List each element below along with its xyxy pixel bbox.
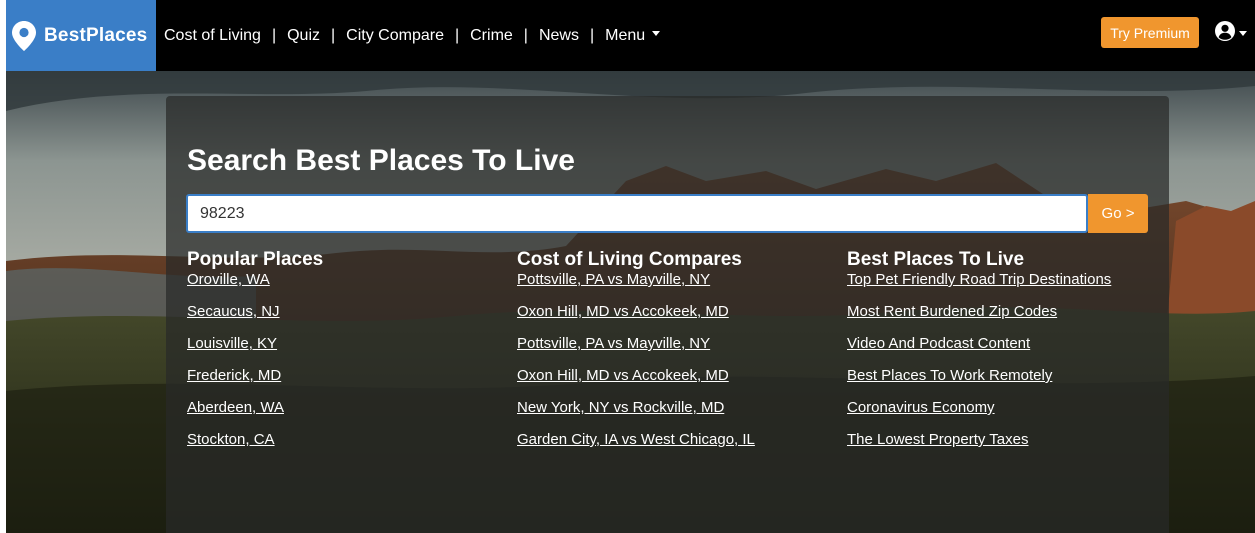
- user-circle-icon: [1214, 20, 1236, 47]
- nav-separator: |: [331, 26, 336, 44]
- list-item: Louisville, KY: [187, 335, 323, 367]
- article-link[interactable]: Top Pet Friendly Road Trip Destinations: [847, 271, 1111, 288]
- brand-name: BestPlaces: [44, 24, 148, 46]
- article-link[interactable]: Most Rent Burdened Zip Codes: [847, 303, 1057, 320]
- list-item: Pottsville, PA vs Mayville, NY: [517, 271, 755, 303]
- popular-places-column: Popular Places Oroville, WA Secaucus, NJ…: [187, 249, 323, 463]
- link-list: Top Pet Friendly Road Trip Destinations …: [847, 271, 1111, 463]
- place-link[interactable]: Frederick, MD: [187, 367, 281, 384]
- best-places-to-live-column: Best Places To Live Top Pet Friendly Roa…: [847, 249, 1111, 463]
- article-link[interactable]: Best Places To Work Remotely: [847, 367, 1052, 384]
- place-link[interactable]: Aberdeen, WA: [187, 399, 284, 416]
- compare-link[interactable]: Oxon Hill, MD vs Accokeek, MD: [517, 367, 729, 384]
- main-nav: Cost of Living | Quiz | City Compare | C…: [164, 0, 661, 71]
- link-list: Pottsville, PA vs Mayville, NY Oxon Hill…: [517, 271, 755, 463]
- nav-news[interactable]: News: [539, 27, 579, 45]
- list-item: New York, NY vs Rockville, MD: [517, 399, 755, 431]
- search-panel: Search Best Places To Live Go > Popular …: [166, 96, 1169, 533]
- list-item: Pottsville, PA vs Mayville, NY: [517, 335, 755, 367]
- list-item: Garden City, IA vs West Chicago, IL: [517, 431, 755, 463]
- column-heading: Best Places To Live: [847, 249, 1025, 270]
- nav-crime[interactable]: Crime: [470, 27, 513, 45]
- compare-link[interactable]: Garden City, IA vs West Chicago, IL: [517, 431, 755, 448]
- place-link[interactable]: Oroville, WA: [187, 271, 270, 288]
- compare-link[interactable]: Pottsville, PA vs Mayville, NY: [517, 271, 710, 288]
- search-input[interactable]: [186, 194, 1088, 233]
- list-item: Best Places To Work Remotely: [847, 367, 1111, 399]
- map-pin-icon: [10, 20, 38, 52]
- nav-menu-label: Menu: [605, 26, 646, 44]
- article-link[interactable]: Video And Podcast Content: [847, 335, 1030, 352]
- place-link[interactable]: Stockton, CA: [187, 431, 275, 448]
- list-item: Top Pet Friendly Road Trip Destinations: [847, 271, 1111, 303]
- list-item: Oroville, WA: [187, 271, 323, 303]
- list-item: Stockton, CA: [187, 431, 323, 463]
- list-item: Video And Podcast Content: [847, 335, 1111, 367]
- caret-down-icon: [652, 30, 661, 36]
- try-premium-button[interactable]: Try Premium: [1101, 17, 1199, 48]
- nav-city-compare[interactable]: City Compare: [346, 27, 444, 45]
- nav-separator: |: [454, 26, 460, 44]
- compare-link[interactable]: Oxon Hill, MD vs Accokeek, MD: [517, 303, 729, 320]
- nav-separator: |: [523, 26, 528, 44]
- go-button[interactable]: Go >: [1088, 194, 1148, 233]
- brand-logo[interactable]: BestPlaces: [6, 0, 156, 71]
- nav-separator: |: [271, 26, 277, 44]
- hero-section: Search Best Places To Live Go > Popular …: [6, 71, 1255, 533]
- list-item: Most Rent Burdened Zip Codes: [847, 303, 1111, 335]
- article-link[interactable]: The Lowest Property Taxes: [847, 431, 1028, 448]
- list-item: Coronavirus Economy: [847, 399, 1111, 431]
- list-item: Frederick, MD: [187, 367, 323, 399]
- search-title: Search Best Places To Live: [187, 144, 575, 177]
- list-item: Secaucus, NJ: [187, 303, 323, 335]
- list-item: The Lowest Property Taxes: [847, 431, 1111, 463]
- compare-link[interactable]: New York, NY vs Rockville, MD: [517, 399, 724, 416]
- link-list: Oroville, WA Secaucus, NJ Louisville, KY…: [187, 271, 323, 463]
- column-heading: Popular Places: [187, 249, 324, 270]
- nav-menu-dropdown[interactable]: Menu: [605, 26, 661, 45]
- list-item: Oxon Hill, MD vs Accokeek, MD: [517, 367, 755, 399]
- caret-down-icon: [1239, 31, 1247, 36]
- nav-quiz[interactable]: Quiz: [287, 27, 320, 45]
- column-heading: Cost of Living Compares: [517, 249, 742, 270]
- article-link[interactable]: Coronavirus Economy: [847, 399, 995, 416]
- list-item: Oxon Hill, MD vs Accokeek, MD: [517, 303, 755, 335]
- place-link[interactable]: Louisville, KY: [187, 335, 277, 352]
- list-item: Aberdeen, WA: [187, 399, 323, 431]
- user-menu-dropdown[interactable]: [1214, 20, 1247, 47]
- cost-of-living-compares-column: Cost of Living Compares Pottsville, PA v…: [517, 249, 755, 463]
- nav-cost-of-living[interactable]: Cost of Living: [164, 27, 261, 45]
- nav-separator: |: [589, 26, 595, 44]
- compare-link[interactable]: Pottsville, PA vs Mayville, NY: [517, 335, 710, 352]
- top-navbar: BestPlaces Cost of Living | Quiz | City …: [6, 0, 1255, 71]
- place-link[interactable]: Secaucus, NJ: [187, 303, 280, 320]
